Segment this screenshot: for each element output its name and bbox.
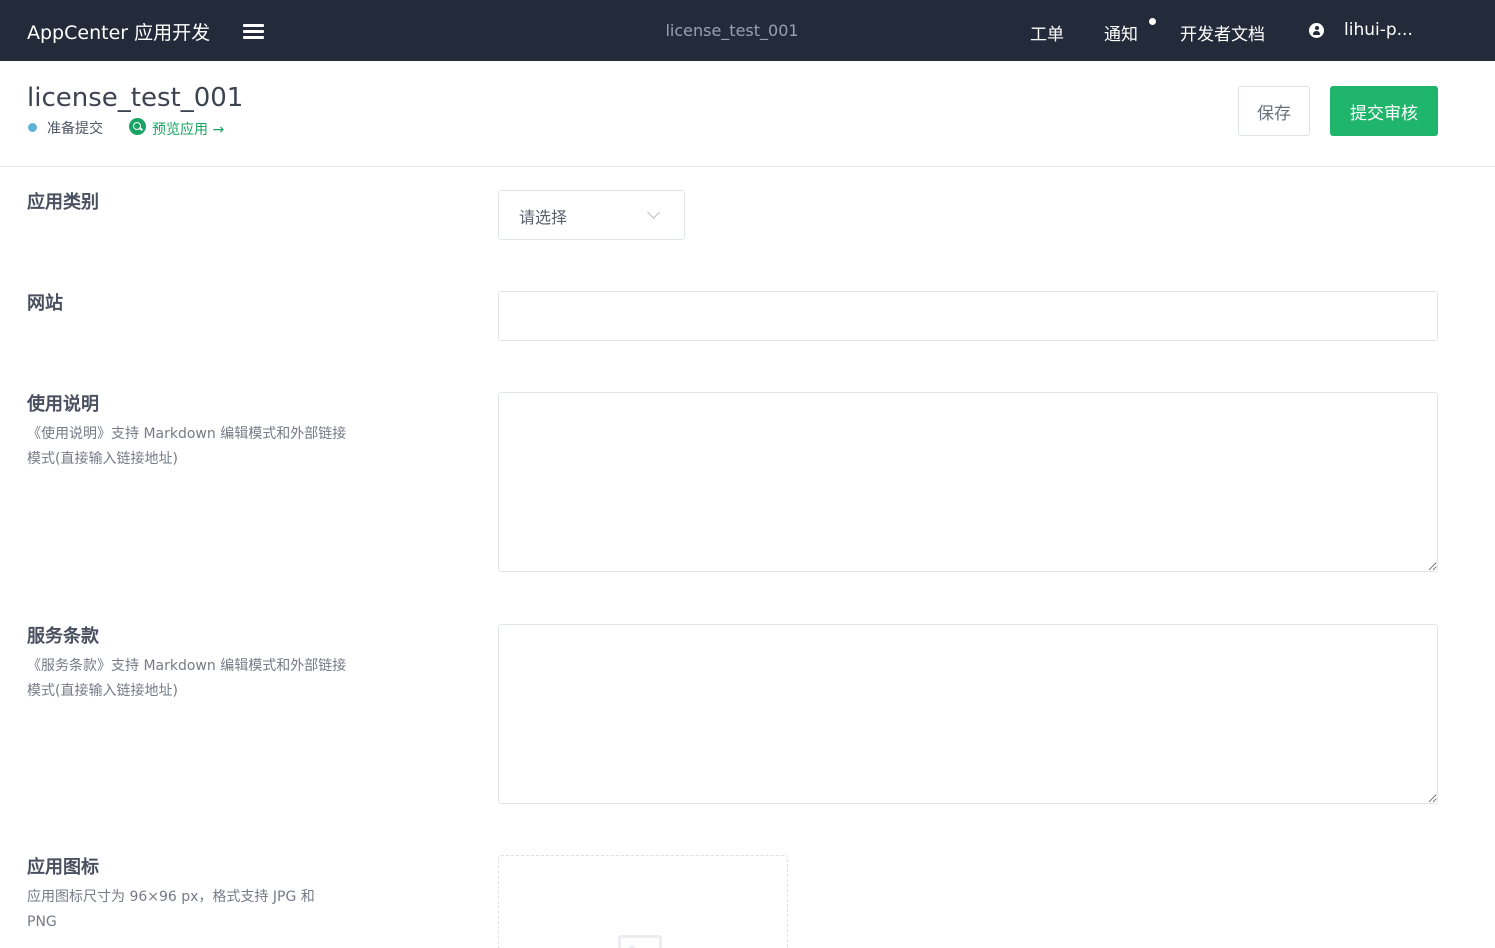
status-dot-icon	[28, 123, 37, 132]
terms-label: 服务条款	[27, 626, 99, 647]
chevron-down-icon	[647, 206, 660, 219]
user-menu[interactable]: lihui-p...	[1344, 20, 1413, 40]
usage-help-text: 《使用说明》支持 Markdown 编辑模式和外部链接模式(直接输入链接地址)	[27, 426, 347, 467]
terms-textarea[interactable]	[498, 624, 1438, 804]
usage-textarea[interactable]	[498, 392, 1438, 572]
user-icon[interactable]	[1309, 23, 1324, 38]
terms-help-text: 《服务条款》支持 Markdown 编辑模式和外部链接模式(直接输入链接地址)	[27, 658, 347, 699]
header-divider	[0, 166, 1495, 167]
submit-review-button[interactable]: 提交审核	[1330, 86, 1438, 136]
usage-label: 使用说明	[27, 394, 99, 415]
search-icon[interactable]	[129, 118, 146, 135]
icon-label: 应用图标	[27, 857, 99, 878]
page-title: license_test_001	[27, 83, 244, 113]
category-label: 应用类别	[27, 192, 99, 213]
image-icon	[618, 935, 662, 948]
notification-dot-icon	[1149, 18, 1156, 25]
nav-tickets-link[interactable]: 工单	[1030, 20, 1064, 45]
category-select[interactable]: 请选择	[498, 190, 685, 240]
nav-notifications-link[interactable]: 通知	[1104, 20, 1138, 45]
icon-upload-area[interactable]	[498, 855, 788, 948]
nav-dev-docs-link[interactable]: 开发者文档	[1180, 20, 1265, 45]
top-navbar: AppCenter 应用开发 license_test_001 工单 通知 开发…	[0, 0, 1495, 61]
website-label: 网站	[27, 293, 63, 314]
icon-help-text: 应用图标尺寸为 96×96 px，格式支持 JPG 和 PNG	[27, 889, 315, 930]
status-text: 准备提交	[47, 121, 103, 137]
preview-app-link[interactable]: 预览应用 →	[152, 119, 224, 139]
save-button[interactable]: 保存	[1238, 86, 1310, 136]
website-input[interactable]	[498, 291, 1438, 341]
category-select-value: 请选择	[519, 208, 568, 227]
